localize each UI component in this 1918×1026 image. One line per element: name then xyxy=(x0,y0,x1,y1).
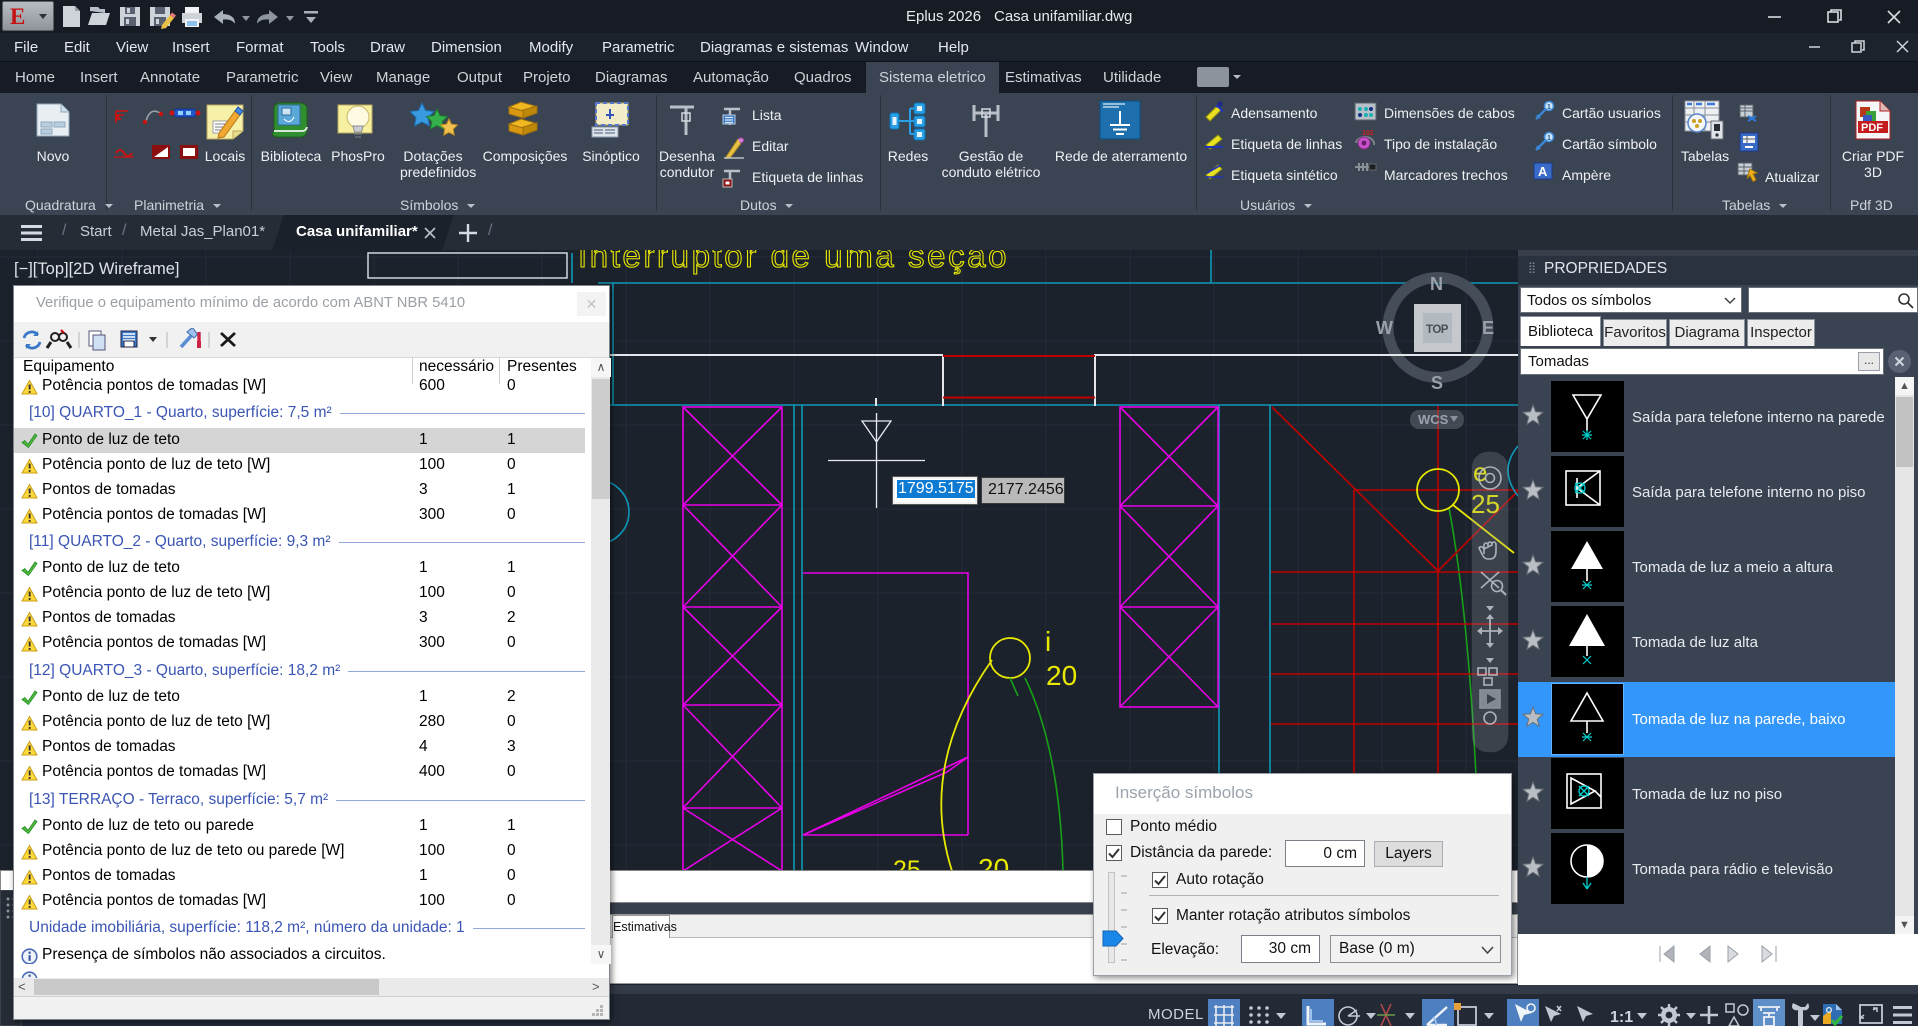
svg-text:i: i xyxy=(1045,626,1051,657)
svg-text:20: 20 xyxy=(1046,660,1077,691)
svg-text:A: A xyxy=(1538,164,1548,179)
svg-text:Interruptor de uma seção: Interruptor de uma seção xyxy=(578,250,1009,274)
svg-text:[−][Top][2D Wireframe]: [−][Top][2D Wireframe] xyxy=(14,260,180,278)
svg-text:W: W xyxy=(1376,318,1393,338)
svg-text:TOP: TOP xyxy=(1426,324,1449,336)
svg-text:1: 1 xyxy=(1547,135,1551,142)
svg-text:WCS: WCS xyxy=(1418,412,1449,427)
svg-text:N: N xyxy=(1430,274,1443,294)
svg-text:20: 20 xyxy=(978,853,1009,871)
svg-text:1:1: 1:1 xyxy=(1610,1009,1633,1026)
svg-text:25: 25 xyxy=(893,856,921,871)
svg-text:102: 102 xyxy=(1362,130,1374,137)
svg-text:PDF: PDF xyxy=(1861,122,1883,134)
svg-text:1: 1 xyxy=(1547,104,1551,111)
svg-text:S: S xyxy=(1431,373,1443,393)
svg-text:E: E xyxy=(1482,318,1494,338)
